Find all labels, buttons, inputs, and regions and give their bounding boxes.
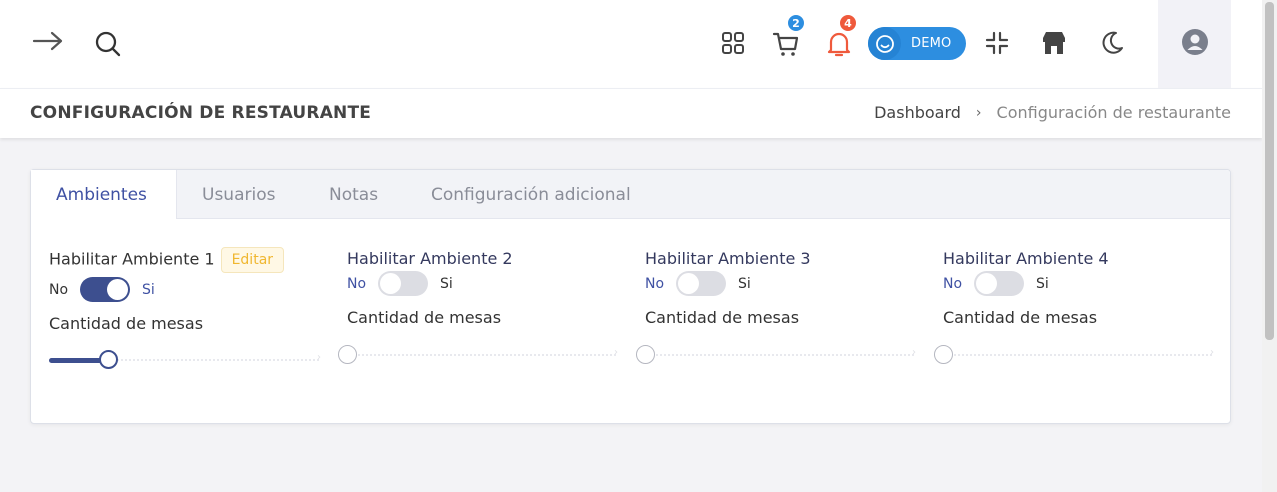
slider-end-icon: › xyxy=(912,347,916,358)
smile-icon xyxy=(868,27,901,60)
environment-title: Habilitar Ambiente 3 xyxy=(645,249,811,268)
settings-card: Ambientes Usuarios Notas Configuración a… xyxy=(30,169,1231,424)
environment-3-toggle[interactable] xyxy=(676,271,727,296)
switch-si-label: Si xyxy=(738,275,751,292)
mesas-slider-2[interactable]: › xyxy=(338,345,618,365)
mesas-slider-4[interactable]: › xyxy=(934,345,1214,365)
slider-end-icon: › xyxy=(317,352,321,363)
environment-2-toggle[interactable] xyxy=(378,271,429,296)
store-icon[interactable] xyxy=(1038,27,1070,59)
slider-end-icon: › xyxy=(1210,347,1214,358)
switch-si-label: Si xyxy=(1036,275,1049,292)
slider-thumb[interactable] xyxy=(338,345,357,364)
demo-mode-button[interactable]: DEMO xyxy=(868,27,966,60)
slider-track xyxy=(636,354,914,356)
mesas-label: Cantidad de mesas xyxy=(347,308,502,327)
search-icon[interactable] xyxy=(92,28,124,60)
toggle-knob xyxy=(976,273,998,294)
user-circle-icon xyxy=(1181,28,1209,60)
toggle-knob xyxy=(678,273,700,294)
page-scrollbar[interactable] xyxy=(1262,0,1277,492)
environment-3-switch-row: No Si xyxy=(645,271,751,296)
arrow-right-icon[interactable] xyxy=(30,26,66,56)
toggle-knob xyxy=(380,273,402,294)
switch-si-label: Si xyxy=(440,275,453,292)
bell-icon[interactable] xyxy=(823,28,855,60)
mesas-slider-1[interactable]: › xyxy=(49,350,321,370)
cart-count-badge: 2 xyxy=(786,13,806,33)
environment-title: Habilitar Ambiente 2 xyxy=(347,249,513,268)
slider-track xyxy=(934,354,1212,356)
edit-button[interactable]: Editar xyxy=(220,247,285,273)
scrollbar-thumb[interactable] xyxy=(1265,2,1274,340)
mesas-label: Cantidad de mesas xyxy=(645,308,800,327)
environment-title: Habilitar Ambiente 1 xyxy=(49,249,215,269)
environment-1-toggle[interactable] xyxy=(80,277,131,302)
slider-thumb[interactable] xyxy=(99,350,118,369)
slider-end-icon: › xyxy=(614,347,618,358)
breadcrumb-dashboard-link[interactable]: Dashboard xyxy=(874,103,961,122)
breadcrumb: Dashboard › Configuración de restaurante xyxy=(874,103,1231,122)
environment-title: Habilitar Ambiente 4 xyxy=(943,249,1109,268)
breadcrumb-current: Configuración de restaurante xyxy=(996,103,1231,122)
slider-thumb[interactable] xyxy=(934,345,953,364)
slider-track xyxy=(338,354,616,356)
tab-bar: Ambientes Usuarios Notas Configuración a… xyxy=(31,170,1230,219)
mesas-label: Cantidad de mesas xyxy=(943,308,1098,327)
toggle-knob xyxy=(107,279,129,300)
switch-no-label: No xyxy=(347,275,367,292)
moon-icon[interactable] xyxy=(1096,27,1128,59)
environment-1: Habilitar Ambiente 1 Editar xyxy=(49,247,285,273)
switch-no-label: No xyxy=(49,281,69,298)
page-title: CONFIGURACIÓN DE RESTAURANTE xyxy=(30,103,372,123)
compress-icon[interactable] xyxy=(982,28,1012,58)
tab-ambientes[interactable]: Ambientes xyxy=(31,170,177,219)
demo-label: DEMO xyxy=(911,36,952,51)
environment-title-row: Habilitar Ambiente 1 Editar xyxy=(49,247,285,273)
page-header: CONFIGURACIÓN DE RESTAURANTE Dashboard ›… xyxy=(0,88,1262,138)
top-navbar: 2 4 DEMO xyxy=(0,0,1262,88)
tab-configuracion-adicional[interactable]: Configuración adicional xyxy=(431,170,631,219)
tab-usuarios[interactable]: Usuarios xyxy=(202,170,275,219)
user-menu[interactable] xyxy=(1158,0,1231,88)
slider-thumb[interactable] xyxy=(636,345,655,364)
environment-1-switch-row: No Si xyxy=(49,277,155,302)
tab-notas[interactable]: Notas xyxy=(329,170,378,219)
environment-4-switch-row: No Si xyxy=(943,271,1049,296)
environment-4-toggle[interactable] xyxy=(974,271,1025,296)
mesas-slider-3[interactable]: › xyxy=(636,345,916,365)
notification-count-badge: 4 xyxy=(838,13,858,33)
breadcrumb-separator: › xyxy=(975,104,982,121)
apps-grid-icon[interactable] xyxy=(718,28,748,58)
switch-si-label: Si xyxy=(142,281,155,298)
switch-no-label: No xyxy=(943,275,963,292)
switch-no-label: No xyxy=(645,275,665,292)
environment-2-switch-row: No Si xyxy=(347,271,453,296)
mesas-label: Cantidad de mesas xyxy=(49,314,204,333)
